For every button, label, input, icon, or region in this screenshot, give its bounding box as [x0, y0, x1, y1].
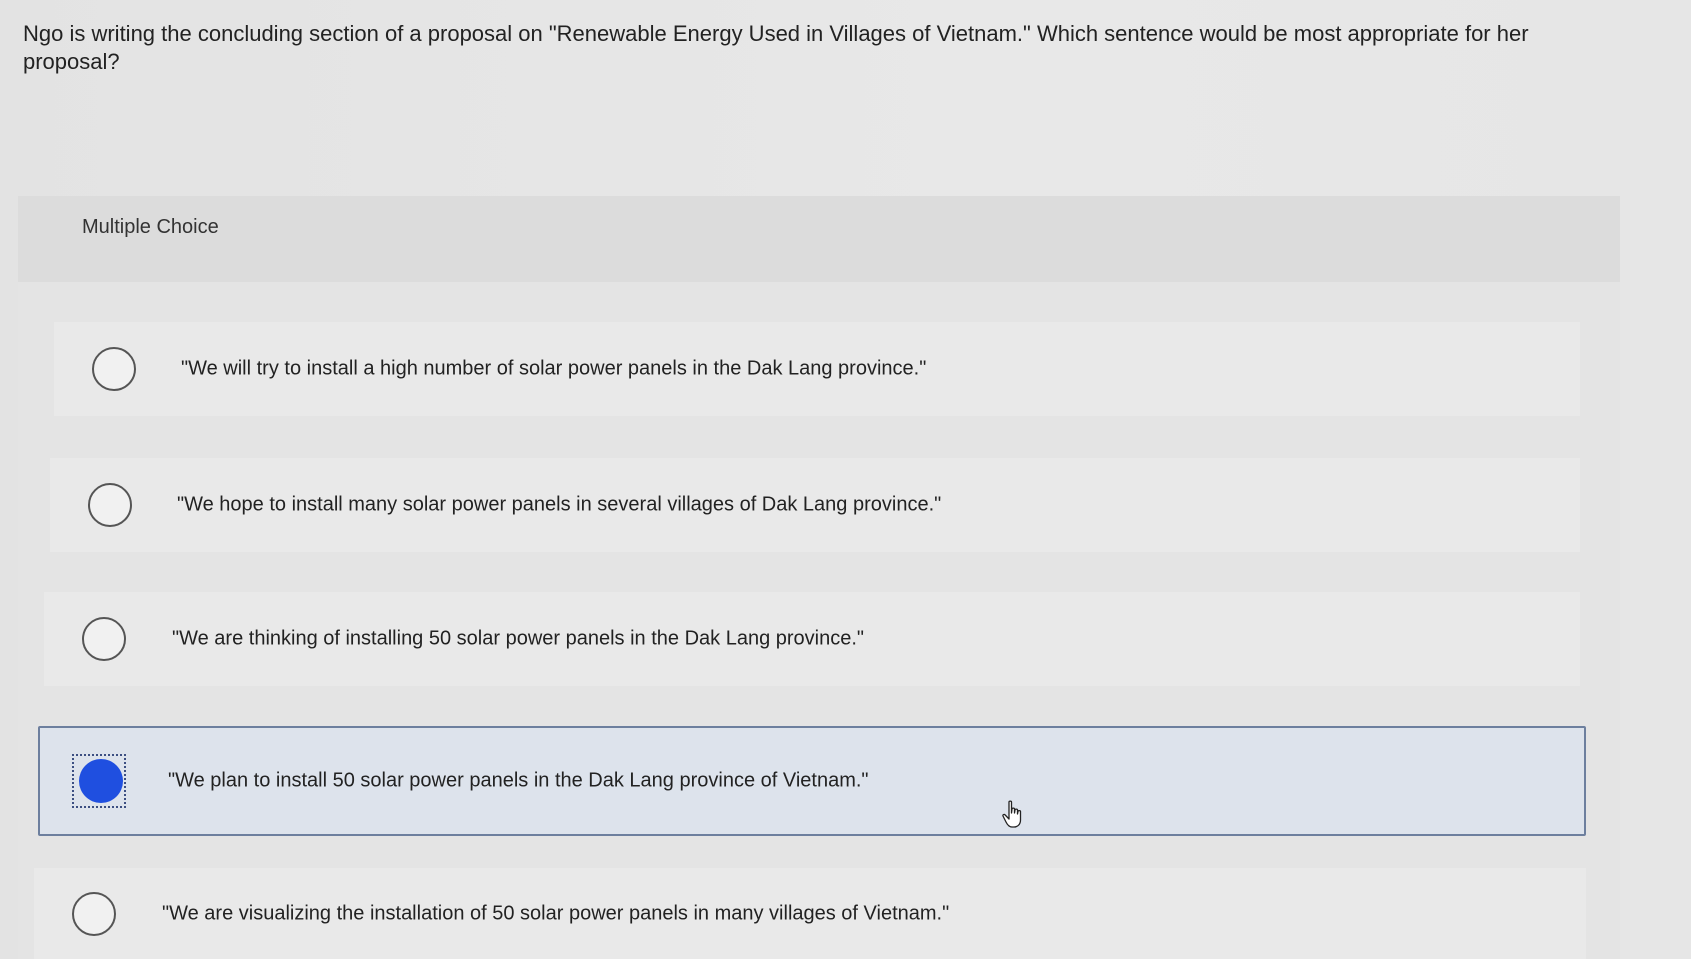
radio-button-3[interactable]	[82, 617, 126, 661]
question-text: Ngo is writing the concluding section of…	[23, 21, 1529, 74]
multiple-choice-title: Multiple Choice	[82, 216, 219, 238]
choice-option-2[interactable]: "We hope to install many solar power pan…	[50, 458, 1580, 552]
choice-option-5[interactable]: "We are visualizing the installation of …	[34, 868, 1586, 959]
choice-option-1[interactable]: "We will try to install a high number of…	[54, 322, 1580, 416]
choice-option-3[interactable]: "We are thinking of installing 50 solar …	[44, 592, 1580, 686]
choice-label-5: "We are visualizing the installation of …	[162, 902, 950, 924]
radio-button-1[interactable]	[92, 347, 136, 391]
choice-label-3: "We are thinking of installing 50 solar …	[172, 627, 865, 650]
radio-button-2[interactable]	[88, 483, 132, 527]
multiple-choice-header: Multiple Choice	[18, 196, 1620, 282]
choice-label-4: "We plan to install 50 solar power panel…	[168, 769, 869, 792]
choice-label-1: "We will try to install a high number of…	[181, 357, 927, 380]
radio-button-4-selected[interactable]	[79, 759, 123, 803]
choice-option-4-selected[interactable]: "We plan to install 50 solar power panel…	[38, 726, 1586, 836]
page: Ngo is writing the concluding section of…	[0, 0, 1691, 959]
radio-button-5[interactable]	[72, 891, 116, 936]
choice-label-2: "We hope to install many solar power pan…	[177, 493, 942, 516]
hand-pointer-icon	[1002, 800, 1022, 828]
multiple-choice-panel: Multiple Choice	[18, 196, 1620, 959]
